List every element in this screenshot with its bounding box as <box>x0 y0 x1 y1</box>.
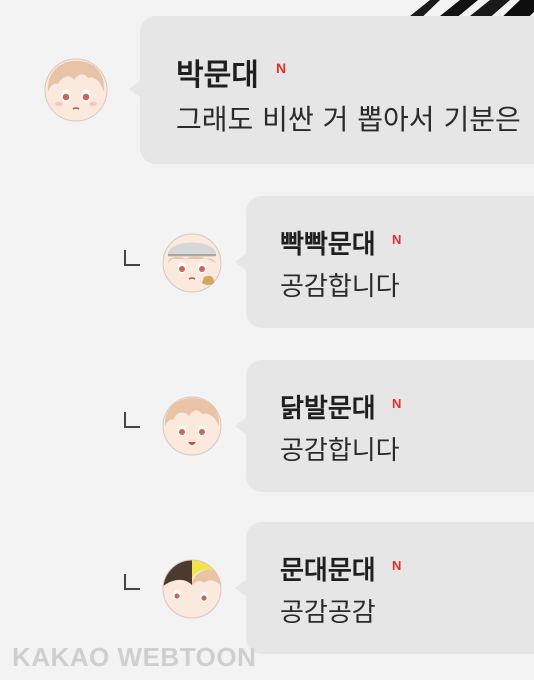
reply-avatar[interactable] <box>162 233 222 293</box>
comment-text: 그래도 비싼 거 뽑아서 기분은 <box>176 103 521 136</box>
reply-bubble: 문대문대 N 공감공감 <box>235 522 534 654</box>
character-face-icon <box>44 58 108 122</box>
reply-arrow-icon <box>124 250 140 266</box>
reply-bubble: 닭발문대 N 공감합니다 <box>235 360 534 492</box>
comment-author[interactable]: 박문대 <box>176 50 259 94</box>
reply-avatar[interactable] <box>162 559 222 619</box>
reply-author[interactable]: 문대문대 <box>280 550 376 587</box>
comment-bubble: 박문대 N 그래도 비싼 거 뽑아서 기분은 <box>129 16 534 164</box>
reply-text: 공감합니다 <box>280 436 400 466</box>
reply-author[interactable]: 닭발문대 <box>280 388 376 425</box>
new-badge: N <box>392 232 402 247</box>
watermark-logo: KAKAO WEBTOON <box>12 642 257 672</box>
character-face-icon <box>162 396 222 456</box>
new-badge: N <box>276 60 287 76</box>
reply-bubble: 빡빡문대 N 공감합니다 <box>235 196 534 328</box>
character-pair-face-icon <box>162 559 222 619</box>
reply-text: 공감합니다 <box>280 272 400 302</box>
reply-text: 공감공감 <box>280 598 376 628</box>
new-badge: N <box>392 396 402 411</box>
reply-arrow-icon <box>124 574 140 590</box>
new-badge: N <box>392 558 402 573</box>
reply-arrow-icon <box>124 412 140 428</box>
reply-avatar[interactable] <box>162 396 222 456</box>
character-face-icon <box>162 233 222 293</box>
reply-author[interactable]: 빡빡문대 <box>280 224 376 261</box>
comment-avatar[interactable] <box>44 58 108 122</box>
